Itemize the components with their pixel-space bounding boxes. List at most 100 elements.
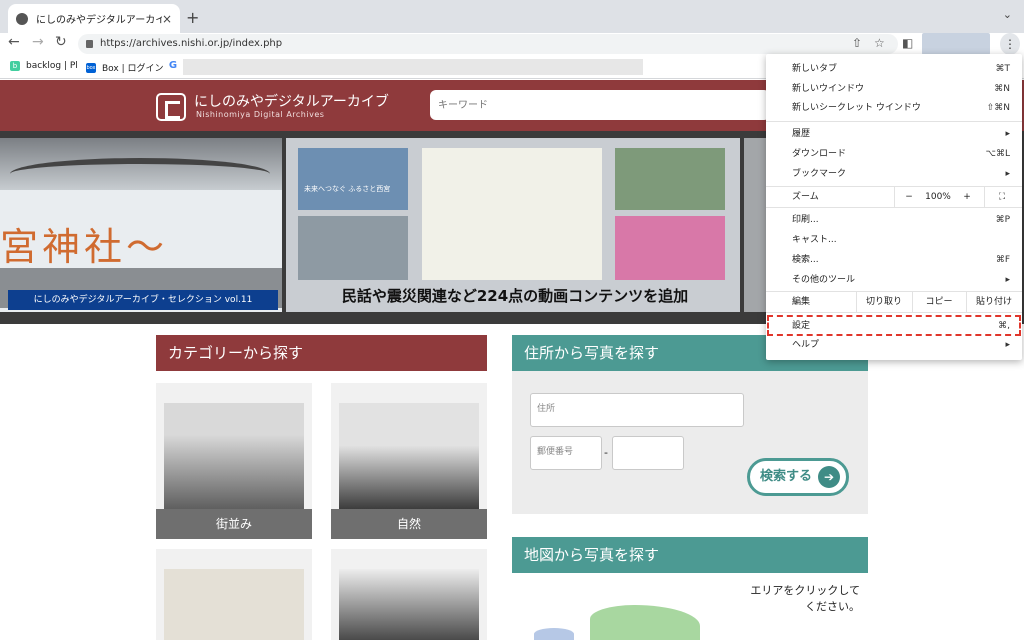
google-icon: G: [168, 60, 178, 71]
zoom-level: 100%: [925, 192, 951, 202]
zoom-in-button[interactable]: +: [958, 187, 976, 207]
cut-button[interactable]: 切り取り: [856, 292, 912, 312]
profile-button[interactable]: [922, 33, 990, 55]
building-photo: [339, 569, 479, 640]
menu-item-new-window[interactable]: 新しいウインドウ ⌘N: [766, 79, 1022, 99]
category-label: 街並み: [156, 509, 312, 539]
chevron-right-icon: ▸: [1005, 129, 1010, 139]
paste-button[interactable]: 貼り付け: [966, 292, 1022, 312]
zoom-out-button[interactable]: −: [900, 187, 918, 207]
tab-close-icon[interactable]: ×: [162, 12, 172, 26]
menu-label: 検索...: [792, 255, 819, 265]
menu-shortcut: ⇧⌘N: [986, 103, 1010, 113]
menu-label: 新しいタブ: [792, 64, 838, 74]
menu-label: 新しいシークレット ウインドウ: [792, 103, 921, 113]
map-heading: 地図から写真を探す: [512, 537, 868, 573]
backlog-icon: b: [10, 61, 20, 71]
menu-divider: [894, 187, 895, 207]
menu-item-more-tools[interactable]: その他のツール ▸: [766, 270, 1022, 290]
banner-slide-left[interactable]: 宮神社～: [0, 138, 282, 312]
thumb-furusato: 未来へつなぐ ふるさと西宮: [298, 148, 408, 210]
menu-item-bookmarks[interactable]: ブックマーク ▸: [766, 164, 1022, 184]
banner-left-title: 宮神社～: [0, 225, 169, 269]
menu-shortcut: ⌘F: [995, 255, 1010, 265]
zip-separator: -: [604, 446, 608, 459]
address-search-button[interactable]: 検索する ➔: [747, 458, 849, 496]
edit-label: 編集: [792, 297, 811, 307]
thumb-text: 未来へつなぐ ふるさと西宮: [304, 185, 391, 193]
browser-toolbar: ← → ↻ https://archives.nishi.or.jp/index…: [0, 33, 1024, 55]
menu-item-new-tab[interactable]: 新しいタブ ⌘T: [766, 59, 1022, 79]
new-tab-button[interactable]: +: [186, 8, 199, 27]
keyword-search-input[interactable]: [430, 90, 770, 120]
copy-button[interactable]: コピー: [912, 292, 966, 312]
menu-kebab-icon[interactable]: ⋮: [1000, 33, 1020, 55]
zip-code-input[interactable]: 郵便番号: [530, 436, 602, 470]
site-logo-icon[interactable]: [156, 93, 186, 121]
category-label: 自然: [331, 509, 487, 539]
category-card-buildings[interactable]: [331, 549, 487, 640]
nature-photo: [339, 403, 479, 509]
share-icon[interactable]: ⇧: [852, 36, 862, 50]
menu-label: 印刷...: [792, 215, 819, 225]
menu-label: キャスト...: [792, 235, 837, 245]
menu-divider: [984, 187, 985, 207]
tab-title: にしのみやデジタルアーカイブ: [36, 15, 162, 26]
menu-divider: [766, 121, 1022, 122]
category-card-townscape[interactable]: 街並み: [156, 383, 312, 539]
menu-item-history[interactable]: 履歴 ▸: [766, 124, 1022, 144]
menu-divider: [766, 207, 1022, 208]
category-heading: カテゴリーから探す: [156, 335, 487, 371]
banner-left-caption: にしのみやデジタルアーカイブ・セレクション vol.11: [8, 290, 278, 310]
townscape-photo: [164, 403, 304, 509]
side-panel-icon[interactable]: ◧: [902, 36, 913, 50]
map-hint-line2: ください。: [805, 600, 860, 613]
menu-label: 履歴: [792, 129, 811, 139]
back-icon[interactable]: ←: [8, 34, 20, 50]
menu-shortcut: ⌘P: [995, 215, 1010, 225]
menu-divider: [766, 312, 1022, 313]
menu-item-help[interactable]: ヘルプ ▸: [766, 335, 1022, 355]
lock-icon: [86, 40, 93, 48]
thumb-flowers: [615, 216, 725, 280]
reload-icon[interactable]: ↻: [55, 34, 67, 50]
site-subtitle: Nishinomiya Digital Archives: [196, 110, 325, 119]
bookmark-google[interactable]: G: [168, 61, 184, 71]
zip-code-input-2[interactable]: [612, 436, 684, 470]
chevron-right-icon: ▸: [1005, 275, 1010, 285]
menu-label: ブックマーク: [792, 169, 847, 179]
map-hint-line1: エリアをクリックして: [750, 584, 860, 597]
map-area-sea: [534, 628, 574, 640]
bookmark-box[interactable]: box Box | ログイン: [86, 61, 163, 74]
chevron-right-icon: ▸: [1005, 340, 1010, 350]
map-area-region[interactable]: [590, 605, 700, 640]
star-icon[interactable]: ☆: [874, 36, 885, 50]
menu-item-cast[interactable]: キャスト...: [766, 230, 1022, 250]
site-title[interactable]: にしのみやデジタルアーカイブ: [194, 91, 389, 111]
fullscreen-icon[interactable]: ⛶: [990, 187, 1014, 207]
menu-label: その他のツール: [792, 275, 856, 285]
address-bar[interactable]: https://archives.nishi.or.jp/index.php: [78, 34, 898, 54]
menu-item-downloads[interactable]: ダウンロード ⌥⌘L: [766, 144, 1022, 164]
bookmark-label: Box | ログイン: [102, 64, 164, 74]
tab-search-icon[interactable]: ⌄: [1003, 8, 1012, 21]
arrow-right-icon: ➔: [818, 466, 840, 488]
address-input[interactable]: 住所: [530, 393, 744, 427]
thumb-landscape: [615, 148, 725, 210]
category-card-documents[interactable]: [156, 549, 312, 640]
menu-item-print[interactable]: 印刷... ⌘P: [766, 210, 1022, 230]
forward-icon[interactable]: →: [32, 34, 44, 50]
chevron-right-icon: ▸: [1005, 169, 1010, 179]
thumb-monument: [298, 216, 408, 280]
active-tab[interactable]: にしのみやデジタルアーカイブ ×: [8, 4, 180, 33]
menu-label: ダウンロード: [792, 149, 847, 159]
url-text: https://archives.nishi.or.jp/index.php: [100, 38, 283, 49]
bookmark-label: backlog | Pl: [26, 61, 78, 71]
settings-highlight-box: [767, 315, 1021, 336]
zoom-label: ズーム: [792, 192, 819, 202]
menu-item-new-incognito[interactable]: 新しいシークレット ウインドウ ⇧⌘N: [766, 98, 1022, 118]
menu-label: 新しいウインドウ: [792, 84, 865, 94]
category-card-nature[interactable]: 自然: [331, 383, 487, 539]
bookmark-backlog[interactable]: b backlog | Pl: [10, 61, 78, 71]
menu-item-find[interactable]: 検索... ⌘F: [766, 250, 1022, 270]
